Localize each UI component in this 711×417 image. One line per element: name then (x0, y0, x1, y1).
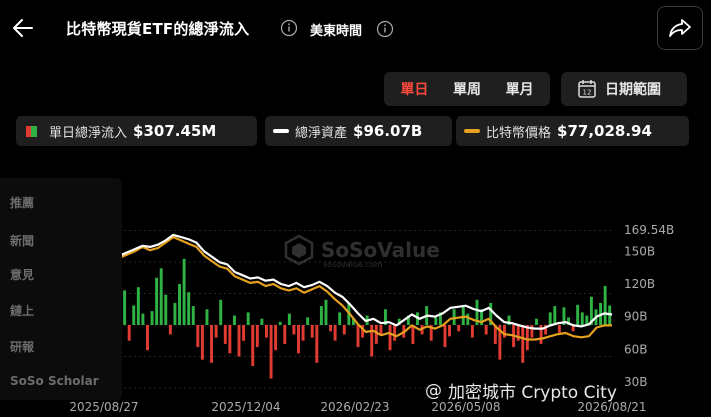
flow-bar (603, 285, 607, 325)
flow-bar (274, 325, 278, 351)
flow-bar (484, 325, 488, 335)
flow-bar (182, 258, 186, 325)
flow-bar (306, 317, 310, 325)
watermark-name: SoSoValue (321, 238, 440, 262)
flow-bar (210, 325, 214, 363)
x-axis-tick: 2025/12/04 (211, 400, 280, 414)
flow-bar (251, 325, 255, 366)
side-menu-opinion[interactable]: 意見 (10, 266, 34, 283)
flow-bar (214, 325, 218, 338)
flow-bar (338, 312, 342, 325)
x-axis-tick: 2025/08/27 (69, 400, 138, 414)
flow-bar (548, 312, 552, 325)
flow-bar (265, 325, 268, 338)
flow-bar (324, 299, 328, 325)
flow-bar (205, 309, 209, 325)
flow-bar (159, 268, 163, 325)
flow-bar (576, 304, 580, 325)
flow-bar (434, 317, 438, 325)
flow-bar (255, 325, 259, 348)
flow-bar (461, 306, 465, 325)
flow-bar (516, 325, 520, 341)
right-axis-tick: 90B (624, 310, 648, 324)
brand-at-icon: @ (425, 380, 442, 401)
flow-bar (141, 313, 145, 325)
right-axis-tick: 169.54B (624, 223, 674, 237)
right-axis-tick: 60B (624, 342, 648, 356)
side-menu-recommend[interactable]: 推薦 (10, 194, 34, 211)
sosovalue-watermark: SoSoValue sosovalue.com (283, 234, 440, 269)
flow-bar (333, 325, 337, 341)
side-menu-news[interactable]: 新聞 (10, 232, 34, 249)
sosovalue-logo-icon (284, 234, 314, 266)
flow-bar (123, 290, 127, 325)
flow-bar (342, 325, 346, 335)
flow-bar (388, 325, 392, 351)
side-menu: 推薦 新聞 意見 鏈上 研報 SoSo Scholar (0, 178, 122, 400)
flow-bar (466, 313, 470, 325)
flow-bar (502, 325, 506, 338)
flow-bar (191, 306, 195, 325)
flow-bar (196, 325, 200, 348)
side-menu-onchain[interactable]: 鏈上 (10, 302, 34, 319)
flow-bar (530, 325, 534, 338)
right-axis-tick: 120B (624, 277, 655, 291)
flow-bar (173, 302, 177, 325)
side-menu-research[interactable]: 研報 (10, 338, 34, 355)
flow-bar (127, 325, 131, 341)
flow-bar (470, 325, 474, 338)
flow-bar (228, 325, 232, 354)
flow-bar (146, 325, 149, 351)
flow-bar (219, 299, 223, 325)
flow-bar (448, 325, 451, 337)
flow-bar (310, 325, 314, 338)
flow-bar (242, 325, 246, 341)
flow-bar (521, 325, 525, 363)
flow-bar (287, 313, 291, 325)
brand-name: 加密城市 Crypto City (448, 383, 617, 403)
flow-bar (150, 311, 154, 325)
flow-bar (223, 325, 227, 344)
flow-bar (329, 325, 333, 332)
flow-bar (356, 325, 360, 348)
flow-bar (379, 325, 383, 335)
x-axis-tick: 2026/02/23 (320, 400, 389, 414)
right-axis-tick: 150B (624, 244, 655, 258)
flow-bar (443, 325, 447, 348)
flow-bar (283, 325, 287, 344)
flow-bar (315, 325, 319, 363)
flow-bar (164, 294, 168, 325)
right-axis-tick: 30B (624, 375, 648, 389)
flow-bar (301, 325, 305, 341)
flow-bar (187, 292, 191, 325)
flow-bar (557, 325, 561, 333)
flow-bar (411, 325, 415, 344)
flow-bar (535, 318, 538, 325)
flow-bar (136, 287, 140, 325)
flow-bar (178, 284, 181, 325)
flow-bar (232, 315, 236, 325)
flow-bar (200, 325, 204, 360)
flow-bar (132, 305, 136, 325)
flow-bar (292, 325, 296, 335)
flow-bar (246, 312, 250, 325)
flow-bar (580, 312, 584, 325)
flow-bar (393, 325, 397, 341)
watermark-url: sosovalue.com (323, 260, 383, 269)
flow-bar (525, 325, 529, 351)
flow-bar (374, 325, 378, 344)
flow-bar (269, 325, 273, 379)
flow-bar (278, 321, 282, 325)
flow-bar (457, 325, 461, 332)
flow-bar (319, 306, 323, 325)
flow-bar (297, 325, 300, 354)
flow-bar (260, 318, 264, 325)
flow-bar (370, 325, 374, 357)
flow-bar (155, 277, 159, 325)
flow-bar (168, 325, 172, 335)
flow-bar (237, 325, 241, 357)
side-menu-scholar[interactable]: SoSo Scholar (10, 374, 99, 388)
flow-bar (553, 306, 557, 325)
brand-label: @ 加密城市 Crypto City (425, 378, 617, 404)
